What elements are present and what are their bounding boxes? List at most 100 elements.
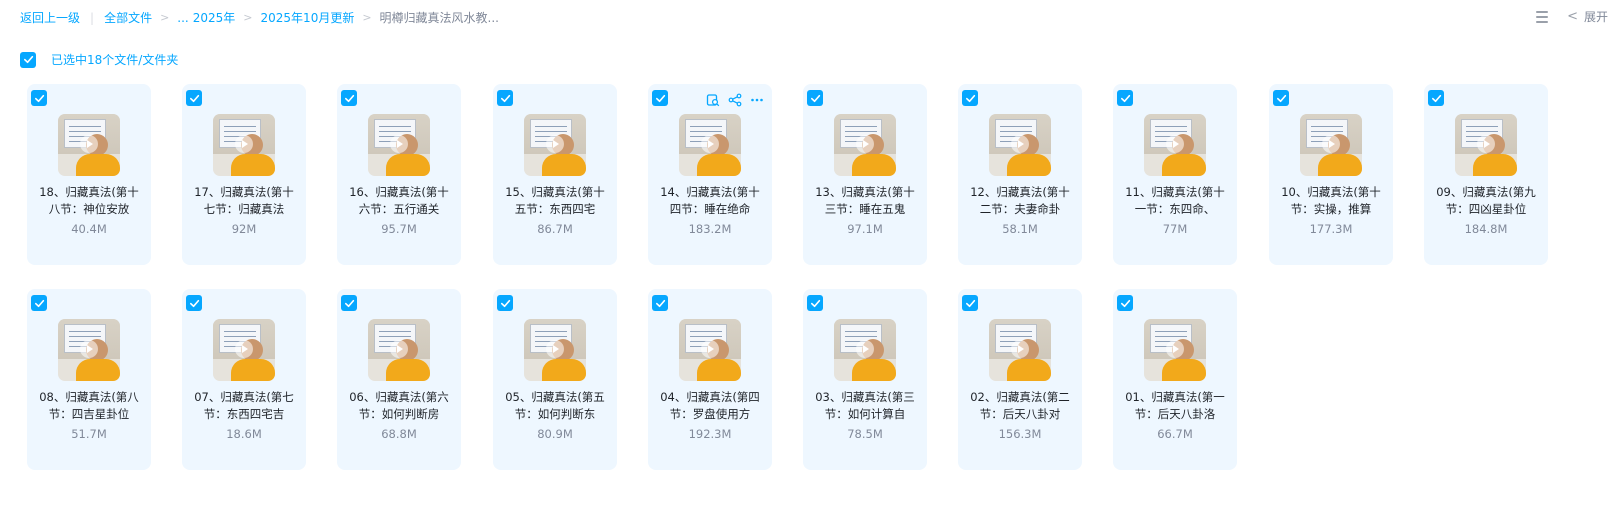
- video-thumbnail: [213, 114, 275, 176]
- file-checkbox[interactable]: [497, 295, 513, 311]
- file-checkbox[interactable]: [186, 90, 202, 106]
- file-checkbox[interactable]: [962, 295, 978, 311]
- check-icon: [965, 299, 975, 307]
- chevron-right-icon: >: [243, 11, 253, 24]
- file-name-line-2: 五节：东西四宅: [514, 202, 596, 216]
- file-checkbox[interactable]: [31, 295, 47, 311]
- breadcrumb-month[interactable]: 2025年10月更新: [261, 9, 355, 26]
- file-name: 02、归藏真法(第二 节：后天八卦对: [958, 389, 1082, 423]
- file-checkbox[interactable]: [31, 90, 47, 106]
- file-size: 58.1M: [1002, 222, 1038, 236]
- check-icon: [1431, 94, 1441, 102]
- file-card[interactable]: 11、归藏真法(第十 一节：东四命、 77M: [1113, 84, 1237, 265]
- selection-count: 已选中18个文件/文件夹: [51, 53, 179, 67]
- file-name: 07、归藏真法(第七 节：东西四宅吉: [182, 389, 306, 423]
- file-checkbox[interactable]: [652, 90, 668, 106]
- video-thumbnail: [834, 114, 896, 176]
- select-all-checkbox[interactable]: [20, 51, 36, 68]
- file-size: 156.3M: [998, 427, 1042, 441]
- file-card[interactable]: 05、归藏真法(第五 节：如何判断东 80.9M: [493, 289, 617, 470]
- file-name-line-1: 03、归藏真法(第三: [815, 390, 915, 404]
- share-icon[interactable]: [728, 92, 742, 107]
- video-thumbnail: [834, 319, 896, 381]
- file-checkbox[interactable]: [497, 90, 513, 106]
- file-name: 03、归藏真法(第三 节：如何计算自: [803, 389, 927, 423]
- file-checkbox[interactable]: [341, 90, 357, 106]
- file-checkbox[interactable]: [186, 295, 202, 311]
- file-checkbox[interactable]: [807, 295, 823, 311]
- check-icon: [189, 299, 199, 307]
- more-icon[interactable]: [750, 92, 764, 106]
- file-checkbox[interactable]: [1273, 90, 1289, 106]
- file-checkbox[interactable]: [1428, 90, 1444, 106]
- file-name-line-2: 节：如何判断东: [514, 407, 596, 421]
- file-name: 18、归藏真法(第十 八节：神位安放: [27, 184, 151, 218]
- check-icon: [189, 94, 199, 102]
- file-size: 86.7M: [537, 222, 573, 236]
- file-checkbox[interactable]: [652, 295, 668, 311]
- preview-icon[interactable]: [706, 92, 720, 107]
- check-icon: [34, 299, 44, 307]
- file-size: 183.2M: [688, 222, 732, 236]
- video-thumbnail: [58, 319, 120, 381]
- file-name-line-1: 12、归藏真法(第十: [970, 185, 1070, 199]
- top-bar: 返回上一级 | 全部文件 > ... 2025年 > 2025年10月更新 > …: [0, 0, 1618, 34]
- file-checkbox[interactable]: [962, 90, 978, 106]
- file-card[interactable]: 09、归藏真法(第九 节：四凶星卦位 184.8M: [1424, 84, 1548, 265]
- chevron-left-icon[interactable]: <: [1567, 9, 1578, 24]
- play-icon: [1477, 135, 1495, 153]
- file-checkbox[interactable]: [807, 90, 823, 106]
- file-name: 15、归藏真法(第十 五节：东西四宅: [493, 184, 617, 218]
- card-hover-tools: [706, 92, 764, 107]
- file-name-line-1: 01、归藏真法(第一: [1125, 390, 1225, 404]
- file-checkbox[interactable]: [1117, 295, 1133, 311]
- file-card[interactable]: 02、归藏真法(第二 节：后天八卦对 156.3M: [958, 289, 1082, 470]
- file-card[interactable]: 12、归藏真法(第十 二节：夫妻命卦 58.1M: [958, 84, 1082, 265]
- file-checkbox[interactable]: [1117, 90, 1133, 106]
- video-thumbnail: [1300, 114, 1362, 176]
- play-icon: [546, 135, 564, 153]
- file-name: 01、归藏真法(第一 节：后天八卦洛: [1113, 389, 1237, 423]
- selection-bar: 已选中18个文件/文件夹: [20, 51, 178, 68]
- file-card[interactable]: 18、归藏真法(第十 八节：神位安放 40.4M: [27, 84, 151, 265]
- play-icon: [80, 135, 98, 153]
- check-icon: [1120, 94, 1130, 102]
- file-checkbox[interactable]: [341, 295, 357, 311]
- file-card[interactable]: 06、归藏真法(第六 节：如何判断房 68.8M: [337, 289, 461, 470]
- file-name-line-1: 07、归藏真法(第七: [194, 390, 294, 404]
- play-icon: [390, 340, 408, 358]
- check-icon: [1120, 299, 1130, 307]
- file-card[interactable]: 16、归藏真法(第十 六节：五行通关 95.7M: [337, 84, 461, 265]
- video-thumbnail: [58, 114, 120, 176]
- file-size: 92M: [231, 222, 257, 236]
- check-icon: [500, 94, 510, 102]
- check-icon: [810, 94, 820, 102]
- file-name-line-1: 02、归藏真法(第二: [970, 390, 1070, 404]
- back-link[interactable]: 返回上一级: [20, 9, 80, 26]
- file-card[interactable]: 13、归藏真法(第十 三节：睡在五鬼 97.1M: [803, 84, 927, 265]
- list-view-icon[interactable]: [1535, 10, 1549, 24]
- file-size: 51.7M: [71, 427, 107, 441]
- file-card[interactable]: 03、归藏真法(第三 节：如何计算自 78.5M: [803, 289, 927, 470]
- breadcrumb-ellipsis[interactable]: ...: [177, 11, 188, 25]
- file-size: 68.8M: [381, 427, 417, 441]
- file-card[interactable]: 17、归藏真法(第十 七节：归藏真法 92M: [182, 84, 306, 265]
- expand-button[interactable]: 展开: [1584, 8, 1608, 25]
- file-card[interactable]: 14、归藏真法(第十 四节：睡在绝命 183.2M: [648, 84, 772, 265]
- breadcrumb-year[interactable]: 2025年: [193, 9, 236, 26]
- file-card[interactable]: 08、归藏真法(第八 节：四吉星卦位 51.7M: [27, 289, 151, 470]
- file-name-line-2: 节：四凶星卦位: [1445, 202, 1527, 216]
- breadcrumb-root[interactable]: 全部文件: [104, 9, 152, 26]
- file-name-line-1: 14、归藏真法(第十: [660, 185, 760, 199]
- video-thumbnail: [368, 319, 430, 381]
- file-name-line-1: 05、归藏真法(第五: [505, 390, 605, 404]
- file-card[interactable]: 15、归藏真法(第十 五节：东西四宅 86.7M: [493, 84, 617, 265]
- play-icon: [235, 135, 253, 153]
- file-card[interactable]: 01、归藏真法(第一 节：后天八卦洛 66.7M: [1113, 289, 1237, 470]
- file-size: 95.7M: [381, 222, 417, 236]
- top-right-tools: < 展开: [1535, 8, 1608, 25]
- file-card[interactable]: 10、归藏真法(第十 节：实操，推算 177.3M: [1269, 84, 1393, 265]
- file-card[interactable]: 07、归藏真法(第七 节：东西四宅吉 18.6M: [182, 289, 306, 470]
- file-name-line-2: 节：罗盘使用方: [669, 407, 751, 421]
- file-card[interactable]: 04、归藏真法(第四 节：罗盘使用方 192.3M: [648, 289, 772, 470]
